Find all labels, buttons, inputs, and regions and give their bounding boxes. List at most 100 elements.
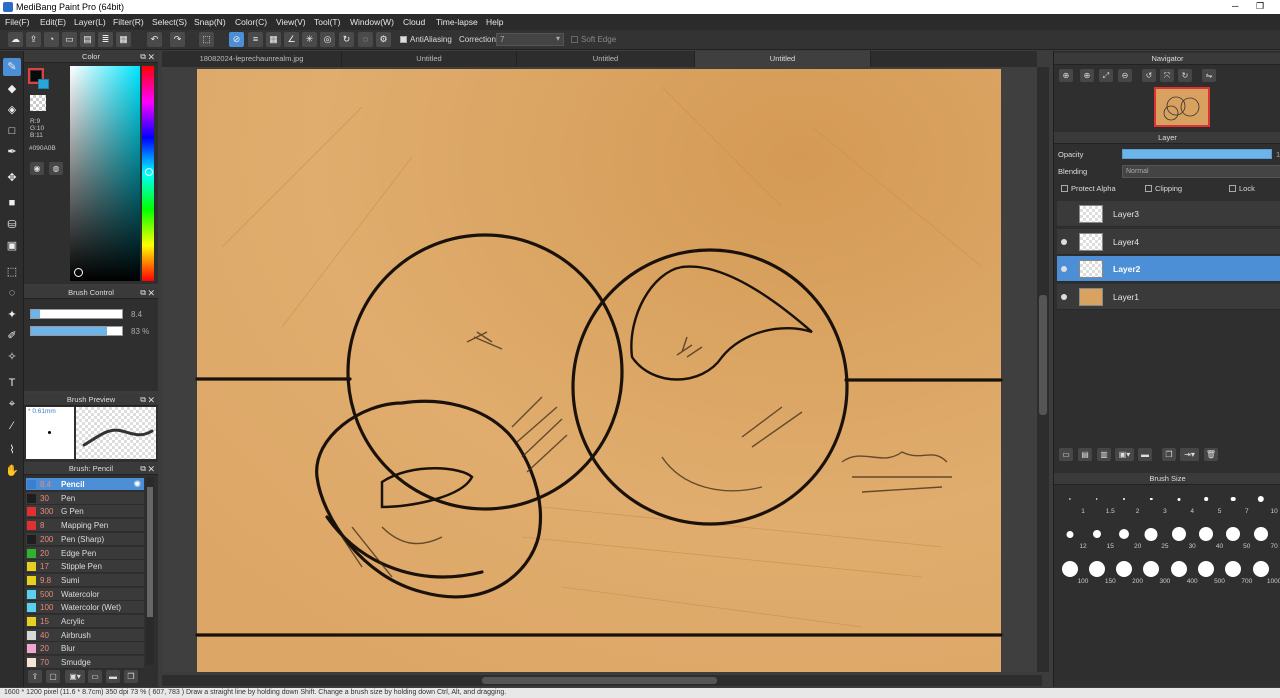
brush-size-option[interactable]: 70 (1247, 524, 1278, 550)
brush-size-option[interactable]: 700 (1220, 559, 1252, 585)
swatch-icon[interactable]: ◍ (49, 162, 63, 175)
menu-snap[interactable]: Snap(N) (194, 17, 226, 27)
eyedropper-icon[interactable]: ⌇ (3, 441, 21, 459)
redo-icon[interactable]: ↷ (170, 32, 185, 47)
brush-item[interactable]: 20 Blur (26, 642, 144, 656)
tab-untitled-2[interactable]: Untitled (517, 51, 695, 67)
brush-folder-add-icon[interactable]: ▬ (106, 670, 120, 683)
menu-file[interactable]: File(F) (5, 17, 30, 27)
settings-icon[interactable]: ⚙ (376, 32, 391, 47)
brush-item[interactable]: 9.8 Sumi (26, 573, 144, 587)
brush-size-option[interactable]: 12 (1056, 524, 1087, 550)
brush-opacity-slider[interactable] (30, 326, 123, 336)
visibility-icon[interactable] (1061, 266, 1067, 272)
brush-item[interactable]: 30 Pen (26, 491, 144, 505)
zoom-fit-icon[interactable]: ⊕ (1080, 69, 1094, 82)
canvas-area[interactable] (162, 67, 1037, 672)
list-icon[interactable]: ≣ (98, 32, 113, 47)
color-picker-cursor[interactable] (74, 268, 83, 277)
delete-layer-icon[interactable]: 🗑 (1204, 448, 1218, 461)
drawing-canvas[interactable] (162, 67, 1037, 672)
brush-item[interactable]: 17 Stipple Pen (26, 560, 144, 574)
brush-size-option[interactable]: 20 (1111, 524, 1141, 550)
brush-size-option[interactable]: 300 (1138, 559, 1170, 585)
operation-tool-icon[interactable]: ⌖ (3, 395, 21, 413)
brush-item[interactable]: 300 G Pen (26, 505, 144, 519)
vertical-scrollbar[interactable] (1037, 67, 1049, 672)
brush-size-option[interactable]: 50 (1220, 524, 1250, 550)
tab-untitled-1[interactable]: Untitled (342, 51, 517, 67)
brush-size-option[interactable]: 15 (1083, 524, 1114, 550)
brush-size-option[interactable]: 150 (1083, 559, 1116, 585)
navigator-thumbnail[interactable] (1154, 87, 1210, 127)
menu-filter[interactable]: Filter(R) (113, 17, 144, 27)
lock-checkbox[interactable] (1229, 185, 1236, 192)
popout-icon[interactable]: ⧉ (140, 287, 146, 299)
brush-size-option[interactable]: 10 (1247, 489, 1278, 515)
close-icon[interactable]: ✕ (147, 51, 155, 63)
layer-row[interactable]: Layer1 (1057, 283, 1280, 310)
background-color-swatch[interactable] (30, 95, 46, 111)
brush-item[interactable]: 8 Mapping Pen (26, 519, 144, 533)
add-brush-icon[interactable]: ⇪ (28, 670, 42, 683)
brush-menu-icon[interactable]: ▢ (46, 670, 60, 683)
bucket-tool-icon[interactable]: ⛁ (3, 216, 21, 234)
clipping-checkbox[interactable] (1145, 185, 1152, 192)
tab-untitled-3[interactable]: Untitled (695, 51, 871, 67)
brush-item[interactable]: 500 Watercolor (26, 587, 144, 601)
fit-window-icon[interactable]: ⤢ (1099, 69, 1113, 82)
brush-size-option[interactable]: 400 (1165, 559, 1198, 585)
vertical-scroll-thumb[interactable] (1039, 295, 1047, 415)
layer-row[interactable]: Layer2 (1057, 256, 1280, 282)
zoom-out-icon[interactable]: ⊖ (1118, 69, 1132, 82)
rectangle-tool-icon[interactable]: □ (3, 122, 21, 140)
fill-rect-tool-icon[interactable]: ■ (3, 194, 21, 212)
menu-color[interactable]: Color(C) (235, 17, 267, 27)
snap-circle-icon[interactable]: ◎ (320, 32, 335, 47)
zoom-in-icon[interactable]: ⊕ (1059, 69, 1073, 82)
soft-edge-checkbox[interactable] (571, 36, 578, 43)
menu-cloud[interactable]: Cloud (403, 17, 425, 27)
brush-size-option[interactable]: 40 (1193, 524, 1223, 550)
snap-grid-icon[interactable]: ▦ (266, 32, 281, 47)
comment-icon[interactable]: ◔ (44, 32, 59, 47)
layer-opacity-slider[interactable] (1122, 149, 1272, 159)
hand-tool-icon[interactable]: ✋ (3, 462, 21, 480)
tab-leprechaun[interactable]: 18082024-leprechaunrealm.jpg (162, 51, 342, 67)
menu-timelapse[interactable]: Time-lapse (436, 17, 478, 27)
upload-icon[interactable]: ⇪ (26, 32, 41, 47)
dot-eraser-icon[interactable]: ◈ (3, 101, 21, 119)
undo-icon[interactable]: ↶ (147, 32, 162, 47)
brush-size-option[interactable]: 3 (1138, 489, 1167, 515)
correction-select[interactable]: 7 ▾ (496, 33, 564, 46)
blending-select[interactable]: Normal (1122, 165, 1280, 178)
brush-size-slider[interactable] (30, 309, 123, 319)
snap-curve-icon[interactable]: ↻ (339, 32, 354, 47)
brush-folder-icon[interactable]: ▭ (88, 670, 102, 683)
layer-folder-icon[interactable]: ▬ (1138, 448, 1152, 461)
brush-size-option[interactable]: 2 (1111, 489, 1139, 515)
brush-item[interactable]: 70 Smudge (26, 656, 144, 670)
gradient-tool-icon[interactable]: ▣ (3, 237, 21, 255)
accent-color-swatch[interactable] (38, 79, 49, 89)
brush-item[interactable]: 8.4 Pencil ✺ (26, 478, 144, 491)
snap-parallel-icon[interactable]: ≡ (248, 32, 263, 47)
brush-item[interactable]: 100 Watercolor (Wet) (26, 601, 144, 615)
menu-layer[interactable]: Layer(L) (74, 17, 106, 27)
menu-select[interactable]: Select(S) (152, 17, 187, 27)
text-tool-icon[interactable]: T (3, 374, 21, 392)
close-icon[interactable]: ✕ (147, 463, 155, 475)
eraser-tool-icon[interactable]: ◆ (3, 80, 21, 98)
horizontal-scroll-thumb[interactable] (482, 677, 717, 684)
brush-size-option[interactable]: 5 (1193, 489, 1221, 515)
snap-angle-icon[interactable]: ∠ (284, 32, 299, 47)
brush-size-option[interactable]: 4 (1165, 489, 1194, 515)
brush-item[interactable]: 200 Pen (Sharp) (26, 532, 144, 546)
layer-row[interactable]: Layer4 (1057, 228, 1280, 255)
menu-edit[interactable]: Edit(E) (40, 17, 66, 27)
lasso-tool-icon[interactable]: ◌ (3, 284, 21, 302)
menu-view[interactable]: View(V) (276, 17, 306, 27)
merge-layer-icon[interactable]: ⇥▾ (1180, 448, 1199, 461)
layer-options-icon[interactable]: ▣▾ (1115, 448, 1134, 461)
visibility-icon[interactable] (1061, 293, 1067, 300)
